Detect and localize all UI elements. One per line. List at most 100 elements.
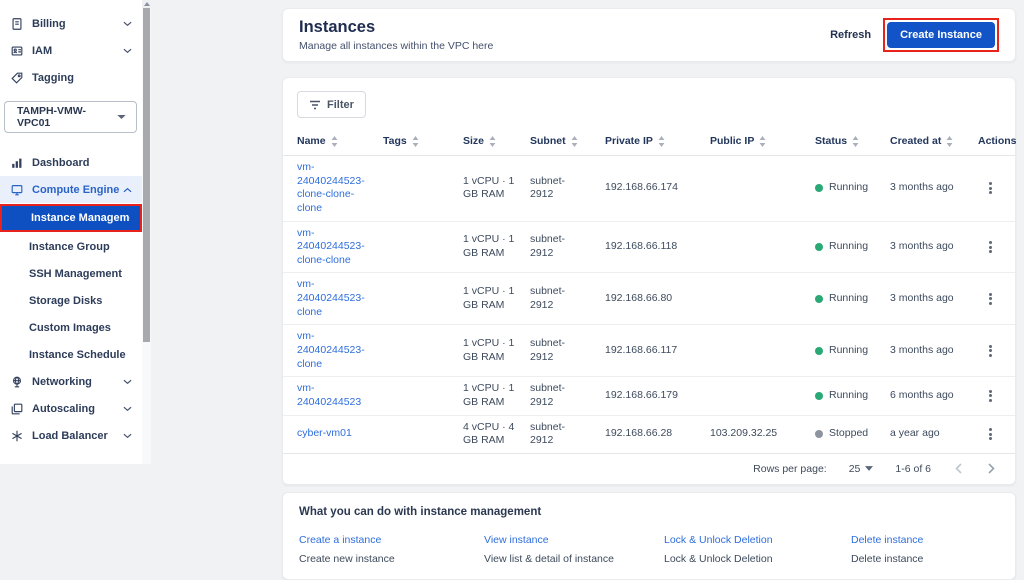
scrollbar-up-arrow-icon[interactable] — [142, 0, 151, 8]
filter-icon — [309, 100, 321, 110]
column-header-status[interactable]: Status — [815, 131, 890, 153]
sidebar-item-billing[interactable]: Billing — [0, 10, 142, 37]
sidebar-item-label: SSH Management — [29, 268, 132, 280]
sidebar-item-instance-management[interactable]: Instance Management — [2, 206, 140, 230]
size-cell: 1 vCPU · 1 GB RAM — [463, 170, 530, 207]
size-cell: 1 vCPU · 1 GB RAM — [463, 280, 530, 317]
sidebar-item-storage-disks[interactable]: Storage Disks — [0, 287, 142, 314]
rows-per-page-select[interactable]: 25 — [849, 463, 874, 475]
sidebar-item-custom-images[interactable]: Custom Images — [0, 314, 142, 341]
sort-icon — [412, 136, 419, 147]
cell-text: subnet-2912 — [530, 421, 580, 448]
refresh-button[interactable]: Refresh — [830, 29, 871, 41]
iam-icon — [9, 43, 24, 58]
public-ip-cell — [710, 294, 815, 304]
sort-icon — [759, 136, 766, 147]
create-instance-button[interactable]: Create Instance — [887, 22, 995, 48]
status-cell: Running — [815, 339, 890, 363]
column-header-name[interactable]: Name — [297, 131, 383, 153]
name-cell: vm-24040244523-clone — [297, 325, 383, 376]
tags-cell — [383, 183, 463, 193]
sidebar-item-instance-group[interactable]: Instance Group — [0, 233, 142, 260]
status-dot — [815, 392, 823, 400]
name-cell: vm-24040244523 — [297, 377, 383, 414]
column-header-actions: Actions — [978, 131, 1019, 153]
scrollbar-thumb[interactable] — [143, 8, 150, 342]
size-cell: 4 vCPU · 4 GB RAM — [463, 416, 530, 453]
sidebar-item-iam[interactable]: IAM — [0, 37, 142, 64]
sidebar-item-autoscaling[interactable]: Autoscaling — [0, 395, 142, 422]
instance-name-link[interactable]: vm-24040244523-clone — [297, 330, 365, 369]
created-at-cell: a year ago — [890, 422, 978, 446]
create-a-instance-link[interactable]: Create a instance — [299, 534, 381, 546]
view-instance-link[interactable]: View instance — [484, 534, 549, 546]
actions-cell — [978, 173, 1001, 204]
row-actions-kebab-icon[interactable] — [984, 236, 997, 257]
delete-instance-link[interactable]: Delete instance — [851, 534, 923, 546]
sidebar-item-label: Custom Images — [29, 322, 132, 334]
sort-icon — [658, 136, 665, 147]
sidebar-item-load-balancer[interactable]: Load Balancer — [0, 422, 142, 449]
cell-text: 1 vCPU · 1 GB RAM — [463, 337, 514, 363]
table-body: vm-24040244523-clone-clone-clone 1 vCPU … — [283, 156, 1015, 454]
sidebar-item-tagging[interactable]: Tagging — [0, 64, 142, 91]
created-at-cell: 3 months ago — [890, 339, 978, 363]
sidebar-scrollbar[interactable] — [142, 0, 151, 464]
row-actions-kebab-icon[interactable] — [984, 424, 997, 445]
instance-name-link[interactable]: vm-24040244523 — [297, 382, 361, 408]
status-dot — [815, 243, 823, 251]
sidebar-item-label: Storage Disks — [29, 295, 132, 307]
cell-text: subnet-2912 — [530, 285, 580, 312]
cell-text: 192.168.66.80 — [605, 292, 672, 304]
subnet-cell: subnet-2912 — [530, 416, 605, 453]
red-annotation-box: Instance Management — [0, 204, 142, 232]
chevron-down-icon — [123, 21, 132, 27]
billing-icon — [9, 16, 24, 31]
status-dot — [815, 295, 823, 303]
sidebar-item-label: IAM — [32, 45, 123, 57]
column-header-tags[interactable]: Tags — [383, 131, 463, 153]
instance-name-link[interactable]: vm-24040244523-clone-clone-clone — [297, 161, 365, 214]
status-cell: Running — [815, 235, 890, 259]
sidebar-item-instance-schedule[interactable]: Instance Schedule — [0, 341, 142, 368]
chevron-up-icon — [123, 187, 132, 193]
sidebar-item-dashboard[interactable]: Dashboard — [0, 149, 142, 176]
name-cell: vm-24040244523-clone-clone-clone — [297, 156, 383, 221]
sidebar-item-networking[interactable]: Networking — [0, 368, 142, 395]
row-actions-kebab-icon[interactable] — [984, 178, 997, 199]
tags-cell — [383, 346, 463, 356]
column-header-public-ip[interactable]: Public IP — [710, 131, 815, 153]
instance-name-link[interactable]: cyber-vm01 — [297, 427, 352, 439]
cell-text: 192.168.66.28 — [605, 427, 672, 439]
column-header-private-ip[interactable]: Private IP — [605, 131, 710, 153]
pagination-bar: Rows per page: 25 1-6 of 6 — [283, 454, 1015, 484]
actions-cell — [978, 380, 1001, 411]
column-header-created-at[interactable]: Created at — [890, 131, 978, 153]
instance-name-link[interactable]: vm-24040244523-clone — [297, 278, 365, 317]
row-actions-kebab-icon[interactable] — [984, 340, 997, 361]
column-label: Name — [297, 135, 326, 147]
row-actions-kebab-icon[interactable] — [984, 288, 997, 309]
red-annotation-box: Create Instance — [883, 18, 999, 52]
public-ip-cell — [710, 183, 815, 193]
table-row: vm-24040244523-clone-clone 1 vCPU · 1 GB… — [283, 222, 1015, 274]
instance-name-link[interactable]: vm-24040244523-clone-clone — [297, 227, 365, 266]
page-title: Instances — [299, 18, 493, 37]
column-label: Created at — [890, 135, 941, 147]
vpc-selector[interactable]: TAMPH-VMW-VPC01 — [4, 101, 137, 133]
sidebar-item-compute-engine[interactable]: Compute Engine — [0, 176, 142, 203]
lock-unlock-deletion-link[interactable]: Lock & Unlock Deletion — [664, 534, 773, 546]
column-header-subnet[interactable]: Subnet — [530, 131, 605, 153]
row-actions-kebab-icon[interactable] — [984, 385, 997, 406]
public-ip-cell: 103.209.32.25 — [710, 422, 815, 446]
table-row: vm-24040244523-clone-clone-clone 1 vCPU … — [283, 156, 1015, 222]
filter-button[interactable]: Filter — [297, 91, 366, 118]
column-label: Tags — [383, 135, 407, 147]
column-header-size[interactable]: Size — [463, 131, 530, 153]
name-cell: vm-24040244523-clone — [297, 273, 383, 324]
sort-icon — [852, 136, 859, 147]
chevron-down-icon — [123, 379, 132, 385]
sidebar-item-ssh-management[interactable]: SSH Management — [0, 260, 142, 287]
status-label: Running — [829, 344, 868, 358]
pagination-range: 1-6 of 6 — [895, 463, 931, 475]
